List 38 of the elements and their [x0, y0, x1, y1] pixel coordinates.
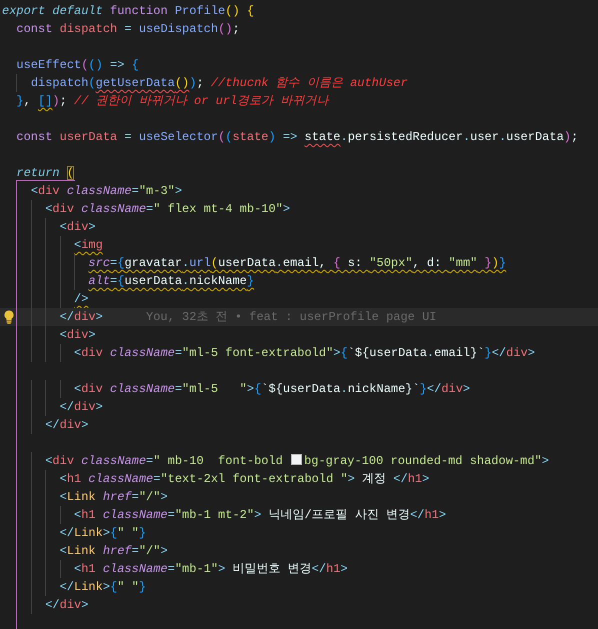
code-text: </div>	[45, 598, 88, 612]
color-swatch[interactable]	[291, 454, 302, 465]
code-text: </div>	[60, 400, 103, 414]
code-text: bg-gray-100 rounded-md shadow-md">	[304, 454, 549, 468]
blame-annotation: You, 32초 전 • feat : userProfile page UI	[146, 310, 436, 324]
code-text: <div className=" flex mt-4 mb-10">	[45, 202, 290, 216]
code-text: const userData = useSelector((state) => state.persistedReducer.user.userData);	[16, 130, 578, 144]
code-text: <Link href="/">	[60, 544, 168, 558]
code-text: <h1 className="mb-1 mt-2"> 닉네임/프로필 사진 변경</h1>	[74, 508, 446, 522]
code-text: <div className=" mb-10 font-bold	[45, 454, 284, 468]
code-text: const dispatch = useDispatch();	[16, 22, 240, 36]
code-text: <div className="m-3">	[30, 184, 182, 198]
indent-guide	[60, 344, 61, 362]
code-text: <h1 className="text-2xl font-extrabold "> 계정 </h1>	[60, 472, 430, 486]
indent-guide	[60, 560, 61, 578]
indent-guide	[16, 74, 18, 92]
code-text: </Link>{" "}	[60, 580, 146, 594]
code-text: return (	[16, 166, 74, 180]
code-text: <div className="ml-5 font-extrabold">{`${userData.email}`}</div>	[74, 346, 535, 360]
code-text: <div>	[60, 328, 96, 342]
code-text: useEffect(() => {	[16, 58, 139, 72]
code-text: src={gravatar.url(userData.email, { s: "50px", d: "mm" })}	[88, 256, 506, 270]
indent-guide	[60, 506, 61, 524]
code-text: dispatch(getUserData()); //thucnk 함수 이름은 authUser	[30, 76, 408, 90]
code-text: export default function Profile() {	[2, 4, 254, 18]
code-text: }, []); // 권한이 바뀌거나 or url경로가 바뀌거나	[16, 94, 328, 108]
code-text: alt={userData.nickName}	[88, 274, 254, 288]
code-text: <Link href="/">	[60, 490, 168, 504]
code-text: </div>	[60, 310, 103, 324]
code-text: </Link>{" "}	[60, 526, 146, 540]
indent-guide	[60, 380, 61, 398]
code-text: <div>	[60, 220, 96, 234]
code-text: </div>	[45, 418, 88, 432]
code-text: <img	[74, 238, 103, 252]
code-text: <div className="ml-5 ">{`${userData.nickName}`}</div>	[74, 382, 470, 396]
code-text: <h1 className="mb-1"> 비밀번호 변경</h1>	[74, 562, 348, 576]
code-text: />	[74, 292, 88, 306]
lightbulb-icon[interactable]	[3, 310, 15, 324]
